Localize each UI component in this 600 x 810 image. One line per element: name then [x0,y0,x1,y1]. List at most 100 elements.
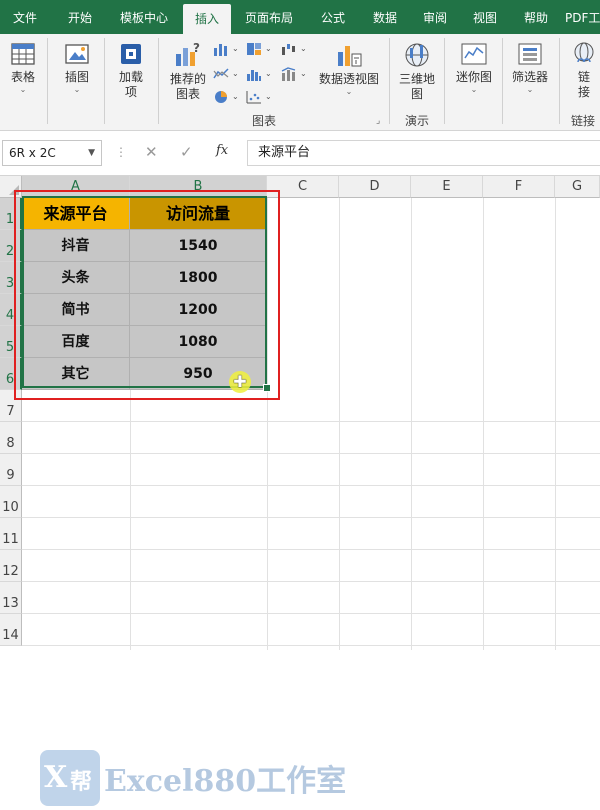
illustrations-icon [65,44,89,64]
recommended-charts-label-1: 推荐的 [169,72,206,86]
scatter-chart-icon[interactable] [246,90,262,104]
column-header-g[interactable]: G [555,176,600,198]
row-header-12[interactable]: 12 [0,550,22,582]
pivot-chart-icon [338,46,362,67]
grid-line [22,453,600,454]
chevron-down-icon: ⌄ [470,85,478,94]
addins-button[interactable]: 加载 项 [110,40,152,100]
line-chart-icon[interactable] [213,67,229,81]
row-header-2[interactable]: 2 [0,230,22,262]
cell-a1[interactable]: 来源平台 [22,198,130,230]
column-header-d[interactable]: D [339,176,411,198]
row-header-3[interactable]: 3 [0,262,22,294]
tab-templates[interactable]: 模板中心 [110,0,178,34]
recommended-charts-button[interactable]: ? 推荐的 图表 [165,40,211,102]
illustrations-button[interactable]: 插图 ⌄ [56,40,98,95]
chevron-down-icon[interactable]: ⌄ [300,69,307,78]
grid-line [22,581,600,582]
tab-view[interactable]: 视图 [462,0,508,34]
table-label: 表格 [10,70,35,84]
row-header-10[interactable]: 10 [0,486,22,518]
chevron-down-icon[interactable]: ⌄ [232,92,239,101]
row-header-14[interactable]: 14 [0,614,22,646]
addins-label-1: 加载 [118,70,143,84]
spreadsheet-grid[interactable]: A B C D E F G 1 2 3 4 5 6 7 8 9 10 11 12… [0,176,600,806]
grid-line [267,198,268,650]
table-button[interactable]: 表格 ⌄ [4,40,42,95]
fill-handle[interactable] [263,384,271,392]
combo-chart-icon[interactable] [281,67,297,81]
cell-a2[interactable]: 抖音 [22,230,130,262]
row-header-13[interactable]: 13 [0,582,22,614]
chevron-down-icon[interactable]: ⌄ [232,44,239,53]
column-header-f[interactable]: F [483,176,555,198]
row-header-4[interactable]: 4 [0,294,22,326]
row-header-11[interactable]: 11 [0,518,22,550]
recommended-charts-label-2: 图表 [175,87,200,101]
cell-b3[interactable]: 1800 [130,262,267,294]
row-header-7[interactable]: 7 [0,390,22,422]
more-options-icon: ⋮ [115,145,127,159]
tab-data[interactable]: 数据 [362,0,408,34]
tab-help[interactable]: 帮助 [513,0,559,34]
cell-a6[interactable]: 其它 [22,358,130,390]
pie-chart-icon[interactable] [213,90,229,104]
name-box[interactable]: 6R x 2C ▼ [2,140,102,166]
recommended-charts-icon: ? [176,41,200,66]
confirm-icon[interactable]: ✓ [180,143,193,161]
column-header-e[interactable]: E [411,176,483,198]
tab-pdf[interactable]: PDF工 [565,0,600,34]
cell-a5[interactable]: 百度 [22,326,130,358]
filter-button[interactable]: 筛选器 ⌄ [507,40,553,95]
row-header-5[interactable]: 5 [0,326,22,358]
3d-map-button[interactable]: 三维地 图 [396,40,438,102]
cell-b1[interactable]: 访问流量 [130,198,267,230]
tab-insert[interactable]: 插入 [183,4,231,34]
tab-file[interactable]: 文件 [0,0,50,34]
sparkline-button[interactable]: 迷你图 ⌄ [451,40,497,95]
select-all-corner[interactable] [0,176,22,198]
chevron-down-icon: ⌄ [73,85,81,94]
filter-label: 筛选器 [511,70,548,84]
ribbon-separator [502,38,503,124]
cell-b2[interactable]: 1540 [130,230,267,262]
tab-home[interactable]: 开始 [55,0,105,34]
cell-b4[interactable]: 1200 [130,294,267,326]
cancel-icon[interactable]: ✕ [145,143,158,161]
group-label-links: 链接 [571,114,596,128]
column-chart-icon[interactable] [213,42,229,56]
dialog-launcher-icon[interactable]: ⌟ [376,116,380,126]
chevron-down-icon[interactable]: ⌄ [265,69,272,78]
formula-input[interactable]: 来源平台 [247,140,600,166]
chevron-down-icon[interactable]: ⌄ [232,69,239,78]
grid-line [22,421,600,422]
tab-formulas[interactable]: 公式 [310,0,356,34]
watermark: X 帮 Excel880工作室 [40,750,370,810]
chevron-down-icon[interactable]: ⌄ [300,44,307,53]
column-header-b[interactable]: B [130,176,267,198]
table-icon [11,43,35,65]
cell-b5[interactable]: 1080 [130,326,267,358]
statistic-chart-icon[interactable] [246,67,262,81]
chevron-down-icon[interactable]: ⌄ [265,92,272,101]
row-header-6[interactable]: 6 [0,358,22,390]
illustrations-label: 插图 [64,70,89,84]
row-header-8[interactable]: 8 [0,422,22,454]
chevron-down-icon: ⌄ [345,87,353,96]
cell-a3[interactable]: 头条 [22,262,130,294]
tab-page-layout[interactable]: 页面布局 [236,0,302,34]
tab-review[interactable]: 审阅 [412,0,458,34]
chevron-down-icon[interactable]: ⌄ [265,44,272,53]
link-button[interactable]: 链 接 [566,40,600,100]
hierarchy-chart-icon[interactable] [246,42,262,56]
cell-a4[interactable]: 简书 [22,294,130,326]
function-icon[interactable]: fx [216,143,228,158]
globe-icon [405,43,429,67]
waterfall-chart-icon[interactable] [281,42,297,56]
pivot-chart-button[interactable]: 数据透视图 ⌄ [316,40,382,97]
row-header-1[interactable]: 1 [0,198,22,230]
row-header-9[interactable]: 9 [0,454,22,486]
ribbon-separator [158,38,159,124]
column-header-c[interactable]: C [267,176,339,198]
column-header-a[interactable]: A [22,176,130,198]
